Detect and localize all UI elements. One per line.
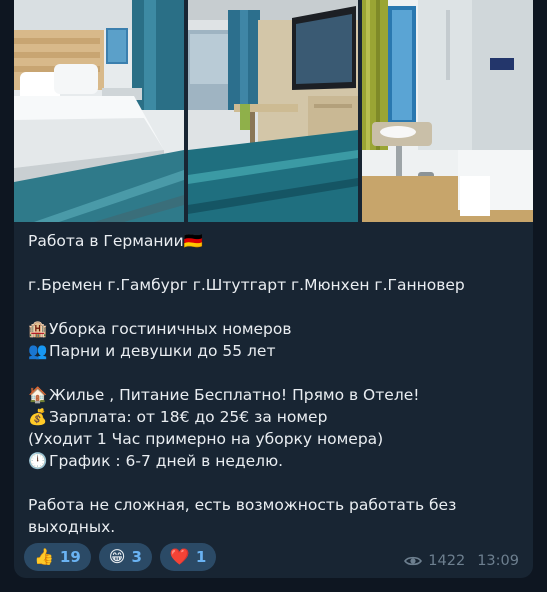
photo-desk-tv[interactable] [188,0,358,222]
line-emoji-icon: 🏨 [28,320,48,338]
line-text: Работа не сложная, есть возможность рабо… [28,496,457,536]
line-emoji-icon: 🕛 [28,452,48,470]
view-count: 1422 [428,553,466,569]
line-text: График : 6-7 дней в неделю. [49,452,284,470]
message-bubble[interactable]: Работа в Германии🇩🇪 г.Бремен г.Гамбург г.… [14,0,533,578]
line-emoji-icon: 👥 [28,342,48,360]
reaction-thumbs-up[interactable]: 👍 19 [24,543,91,571]
thumbs-up-emoji-icon: 👍 [34,547,54,566]
line-emoji-icon: 💰 [28,408,48,426]
reaction-count: 3 [131,548,142,566]
message-text: Работа в Германии🇩🇪 г.Бремен г.Гамбург г.… [28,230,523,538]
message-line: Работа не сложная, есть возможность рабо… [28,494,523,538]
message-line: г.Бремен г.Гамбург г.Штутгарт г.Мюнхен г… [28,274,523,296]
message-line: Работа в Германии🇩🇪 [28,230,523,252]
line-text: Работа в Германии [28,232,184,250]
reaction-count: 1 [195,548,207,566]
message-time: 13:09 [477,553,519,569]
heart-emoji-icon: ❤️ [169,547,190,566]
grinning-emoji-icon: 😁 [108,547,126,566]
desk-tv-image [188,0,358,222]
line-text: Парни и девушки до 55 лет [49,342,276,360]
message-line: 🏨 Уборка гостиничных номеров [28,318,523,340]
message-line: 🕛 График : 6-7 дней в неделю. [28,450,523,472]
message-line: (Уходит 1 Час примерно на уборку номера) [28,428,523,450]
photo-bathroom[interactable] [362,0,533,222]
message-line: 💰 Зарплата: от 18€ до 25€ за номер [28,406,523,428]
message-meta: 1422 13:09 [404,553,519,569]
line-text: Жилье , Питание Бесплатно! Прямо в Отеле… [49,386,420,404]
line-emoji-icon: 🇩🇪 [183,232,204,250]
line-emoji-icon: 🏠 [28,386,48,404]
reaction-grinning[interactable]: 😁 3 [98,543,152,571]
eye-icon [404,556,423,566]
photo-bedroom[interactable] [14,0,184,222]
line-text: Уборка гостиничных номеров [49,320,292,338]
reaction-count: 19 [59,548,81,566]
line-text: г.Бремен г.Гамбург г.Штутгарт г.Мюнхен г… [28,276,465,294]
line-text: Зарплата: от 18€ до 25€ за номер [49,408,328,426]
bathroom-image [362,0,533,222]
reaction-heart[interactable]: ❤️ 1 [159,543,217,571]
message-line: 🏠 Жилье , Питание Бесплатно! Прямо в Отел… [28,384,523,406]
line-text: (Уходит 1 Час примерно на уборку номера) [28,430,384,448]
reactions-bar: 👍 19 😁 3 ❤️ 1 [24,543,217,571]
message-line: 👥 Парни и девушки до 55 лет [28,340,523,362]
bedroom-image [14,0,184,222]
photo-album[interactable] [14,0,533,222]
